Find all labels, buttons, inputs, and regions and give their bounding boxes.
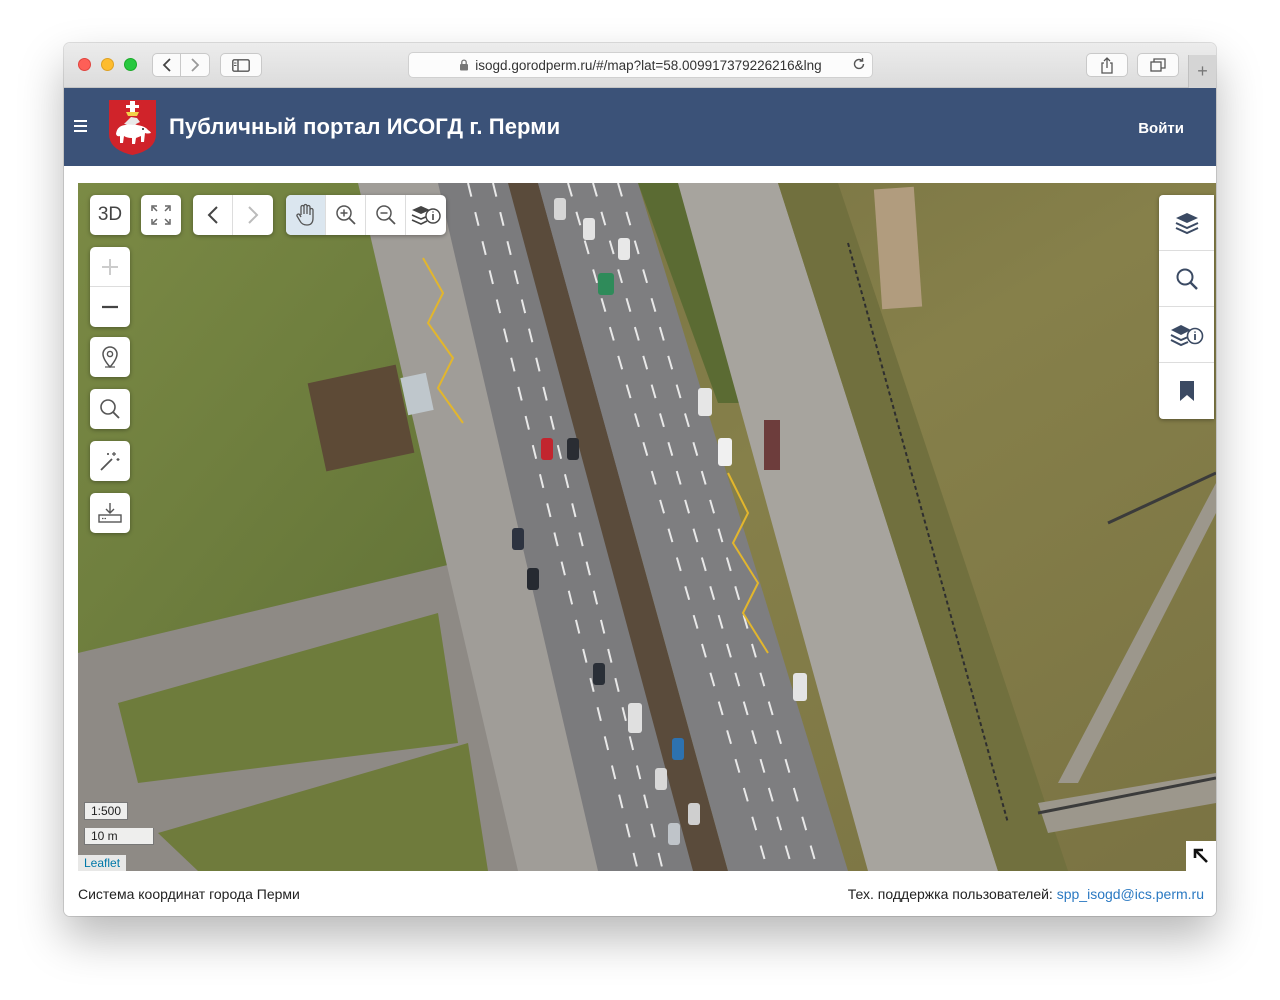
scale-bar: 10 m [84,828,154,845]
new-tab-button[interactable]: + [1188,55,1216,88]
close-window-button[interactable] [78,58,91,71]
hamburger-menu-icon[interactable] [74,120,87,132]
browser-window: isogd.gorodperm.ru/#/map?lat=58.00991737… [64,43,1216,916]
right-side-panel [1159,195,1214,419]
zoom-out-tool-button[interactable] [366,195,406,235]
bookmark-icon [1179,381,1194,401]
zoom-in-icon [335,205,356,225]
zoom-in-button[interactable] [90,247,130,287]
lock-icon [460,59,469,71]
zoom-in-tool-button[interactable] [326,195,366,235]
bookmarks-button[interactable] [1159,363,1214,419]
zoom-out-icon [375,205,396,225]
3d-view-button[interactable]: 3D [90,195,130,235]
map-view[interactable]: 3D 1:500 10 m Leaflet [78,183,1216,871]
hand-icon [295,203,314,226]
address-url: isogd.gorodperm.ru/#/map?lat=58.00991737… [475,57,822,73]
plus-icon: + [1197,61,1208,81]
previous-extent-button[interactable] [193,195,233,235]
layers-icon [1175,212,1198,234]
support-label: Тех. поддержка пользователей: [847,886,1053,902]
sidebar-toggle-button[interactable] [220,53,262,77]
tabs-icon [1150,58,1166,72]
browser-forward-button[interactable] [181,54,209,76]
address-bar[interactable]: isogd.gorodperm.ru/#/map?lat=58.00991737… [408,52,873,78]
layer-info-panel-button[interactable] [1159,307,1214,363]
layers-info-icon [411,206,441,225]
fullscreen-button[interactable] [141,195,181,235]
zoom-out-button[interactable] [90,287,130,327]
next-extent-button[interactable] [233,195,273,235]
aerial-imagery [78,183,1216,871]
login-button[interactable]: Войти [1138,120,1184,137]
app-header: Публичный портал ИСОГД г. Перми Войти [64,88,1216,166]
leaflet-attribution-link[interactable]: Leaflet [78,855,127,871]
city-coat-of-arms-logo [107,98,158,156]
browser-back-button[interactable] [153,54,182,76]
page-title: Публичный портал ИСОГД г. Перми [169,114,561,139]
chevron-right-icon [248,206,259,224]
share-button[interactable] [1086,53,1128,77]
share-icon [1101,56,1113,74]
scale-ratio: 1:500 [84,802,129,820]
search-icon [1176,268,1198,290]
minus-icon [102,305,118,309]
zoom-window-button[interactable] [124,58,137,71]
arrow-up-left-icon [1193,848,1208,863]
layers-button[interactable] [1159,195,1214,251]
support-email-link[interactable]: spp_isogd@ics.perm.ru [1057,886,1204,902]
search-panel-button[interactable] [1159,251,1214,307]
browser-toolbar: isogd.gorodperm.ru/#/map?lat=58.00991737… [64,43,1216,88]
layer-info-tool-button[interactable] [406,195,446,235]
history-nav-group [152,53,210,77]
chevron-left-icon [162,58,171,72]
map-tools-group [286,195,446,235]
page-footer: Система координат города Перми Тех. подд… [64,871,1216,916]
search-map-button[interactable] [90,389,130,429]
plus-icon [102,258,118,275]
reload-button[interactable] [852,57,866,74]
sidebar-icon [232,58,250,72]
export-button[interactable] [90,493,130,533]
fullscreen-icon [151,205,171,225]
chevron-right-icon [191,58,200,72]
map-history-group [193,195,273,235]
locate-button[interactable] [90,337,130,377]
reload-icon [853,57,865,70]
minimize-window-button[interactable] [101,58,114,71]
coordinate-system-label: Система координат города Перми [78,886,300,902]
download-icon [98,503,122,523]
magic-tool-button[interactable] [90,441,130,481]
tabs-overview-button[interactable] [1137,53,1179,77]
chevron-left-icon [207,206,218,224]
map-pin-icon [102,346,118,368]
zoom-control [90,247,130,327]
support-info: Тех. поддержка пользователей: spp_isogd@… [848,886,1204,902]
collapse-corner-button[interactable] [1186,841,1216,871]
pan-tool-button[interactable] [286,195,326,235]
search-icon [100,399,120,419]
magic-wand-icon [100,452,120,471]
layers-info-icon [1170,324,1203,346]
